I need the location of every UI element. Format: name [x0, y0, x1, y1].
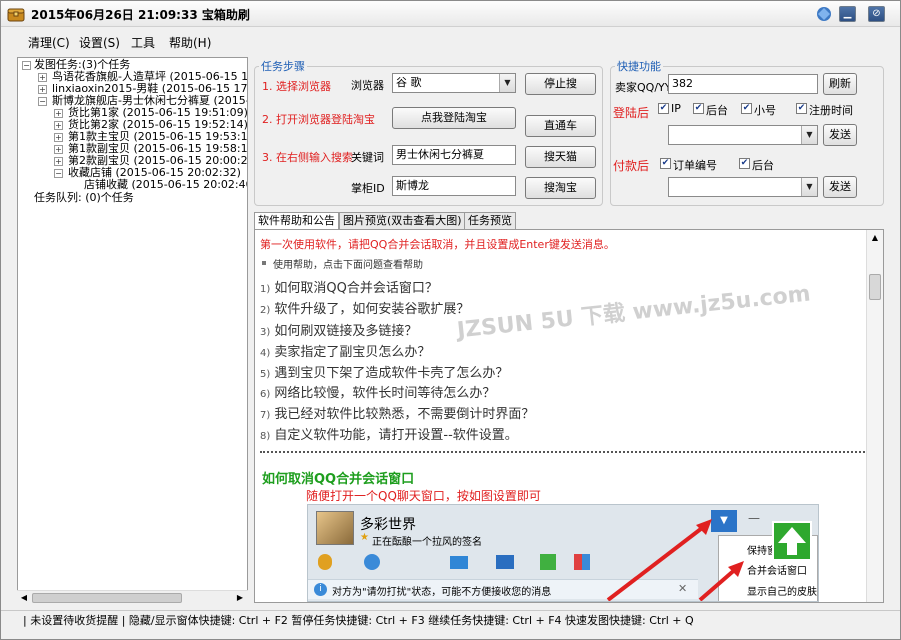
scroll-left-icon[interactable]: ◀ [18, 592, 30, 604]
order-number-checkbox[interactable]: ✔ [660, 158, 671, 169]
task-steps-legend: 任务步骤 [261, 60, 305, 73]
tree-horizontal-scrollbar[interactable]: ◀ ▶ [17, 590, 248, 604]
dotted-divider [260, 451, 865, 453]
help-question-6[interactable]: 6) 网络比较慢，软件长时间等待怎么办？ [260, 382, 495, 401]
tab-help[interactable]: 软件帮助和公告 [254, 212, 339, 230]
pay-message-select[interactable]: ▼ [668, 177, 818, 197]
send-button-2[interactable]: 发送 [823, 176, 857, 198]
help-question-5[interactable]: 5) 遇到宝贝下架了造成软件卡壳了怎么办？ [260, 362, 508, 381]
search-tmall-button[interactable]: 搜天猫 [525, 146, 596, 168]
regtime-label: 注册时间 [809, 104, 853, 117]
tab-image-preview[interactable]: 图片预览(双击查看大图) [339, 212, 466, 230]
bullet-icon [262, 261, 266, 265]
send-button-1[interactable]: 发送 [823, 124, 857, 146]
keyword-label: 关键词 [351, 151, 384, 164]
help-question-2[interactable]: 2) 软件升级了，如何安装谷歌扩展？ [260, 298, 469, 317]
backend-label: 后台 [706, 104, 728, 117]
scroll-thumb[interactable] [32, 593, 182, 603]
red-pointer-arrows [606, 519, 744, 601]
regtime-checkbox[interactable]: ✔ [796, 103, 807, 114]
window-title: 2015年06月26日 21:09:33 宝箱助刷 [31, 8, 250, 22]
scroll-right-icon[interactable]: ▶ [234, 592, 246, 604]
section-title: 如何取消QQ合并会话窗口 [262, 472, 415, 487]
order-number-label: 订单编号 [673, 159, 717, 172]
task-queue[interactable]: 任务队列: (0)个任务 [34, 192, 134, 204]
help-question-3[interactable]: 3) 如何刷双链接及多链接？ [260, 320, 417, 339]
help-vertical-scrollbar[interactable]: ▲ [866, 230, 883, 602]
stop-search-button[interactable]: 停止搜 [525, 73, 596, 95]
shop-id-label: 掌柜ID [351, 182, 385, 195]
chevron-down-icon[interactable]: ▼ [801, 178, 817, 196]
browser-label: 浏览器 [351, 79, 384, 92]
expand-icon[interactable]: + [38, 73, 47, 82]
step2-label: 2. 打开浏览器登陆淘宝 [262, 113, 375, 126]
minimize-button[interactable]: ▁ [839, 6, 856, 22]
tab-task-preview[interactable]: 任务预览 [464, 212, 516, 230]
direct-train-button[interactable]: 直通车 [525, 115, 596, 137]
refresh-button[interactable]: 刷新 [823, 73, 857, 95]
expand-icon[interactable]: + [38, 85, 47, 94]
menu-clean[interactable]: 清理(C) [28, 34, 70, 51]
help-hint: 使用帮助，点击下面问题查看帮助 [273, 260, 423, 271]
chevron-down-icon[interactable]: ▼ [499, 74, 515, 92]
qq-window-image: 多彩世界 ★ 正在酝酿一个拉风的签名 ▼ — i 对方为"请勿打扰"状态，可能不… [307, 504, 819, 602]
close-button[interactable]: ⊘ [868, 6, 885, 22]
collapse-icon[interactable]: − [22, 61, 31, 70]
collapse-icon[interactable]: − [54, 169, 63, 178]
menu-settings[interactable]: 设置(S) [79, 34, 120, 51]
browser-value: 谷 歌 [396, 76, 422, 89]
after-login-label: 登陆后 [613, 106, 650, 120]
login-message-select[interactable]: ▼ [668, 125, 818, 145]
shop-id-input[interactable]: 斯博龙 [392, 176, 516, 196]
step1-label: 1. 选择浏览器 [262, 80, 331, 93]
backend-checkbox[interactable]: ✔ [693, 103, 704, 114]
status-bar: | 未设置待收货提醒 | 隐藏/显示窗体快捷键: Ctrl + F2 暂停任务快… [1, 610, 900, 630]
expand-icon[interactable]: + [54, 121, 63, 130]
after-pay-label: 付款后 [613, 159, 650, 173]
expand-icon[interactable]: + [54, 109, 63, 118]
expand-icon[interactable]: + [54, 157, 63, 166]
main-window: 2015年06月26日 21:09:33 宝箱助刷 ▁ ⊘ 清理(C) 设置(S… [0, 0, 901, 640]
collapse-icon[interactable]: − [38, 97, 47, 106]
scroll-up-icon[interactable]: ▲ [869, 232, 881, 244]
help-question-4[interactable]: 4) 卖家指定了副宝贝怎么办？ [260, 341, 430, 360]
help-question-1[interactable]: 1) 如何取消QQ合并会话窗口？ [260, 277, 438, 296]
chevron-down-icon[interactable]: ▼ [801, 126, 817, 144]
search-taobao-button[interactable]: 搜淘宝 [525, 177, 596, 199]
seller-qq-label: 卖家QQ/YY [615, 81, 672, 94]
backend2-label: 后台 [752, 159, 774, 172]
keyword-input[interactable]: 男士休闲七分裤夏 [392, 145, 516, 165]
seller-qq-input[interactable]: 382 [668, 74, 818, 94]
notice-text: 第一次使用软件，请把QQ合并会话取消，并且设置成Enter键发送消息。 [260, 238, 615, 251]
tree-child[interactable]: 店铺收藏 (2015-06-15 20:02:40) [84, 179, 247, 191]
menu-help[interactable]: 帮助(H) [169, 34, 211, 51]
help-question-8[interactable]: 8) 自定义软件功能，请打开设置--软件设置。 [260, 424, 518, 443]
login-taobao-button[interactable]: 点我登陆淘宝 [392, 107, 516, 129]
shortcut-legend: 快捷功能 [617, 60, 661, 73]
scroll-thumb[interactable] [869, 274, 881, 300]
alt-account-label: 小号 [754, 104, 776, 117]
section-desc: 随便打开一个QQ聊天窗口，按如图设置即可 [306, 489, 541, 503]
status-text: | 未设置待收货提醒 | 隐藏/显示窗体快捷键: Ctrl + F2 暂停任务快… [23, 614, 694, 627]
expand-icon[interactable]: + [54, 145, 63, 154]
decor-icon [813, 5, 835, 23]
help-question-7[interactable]: 7) 我已经对软件比较熟悉，不需要倒计时界面？ [260, 403, 534, 422]
ip-checkbox[interactable]: ✔ [658, 103, 669, 114]
app-icon [7, 6, 25, 22]
ip-label: IP [671, 102, 681, 115]
browser-select[interactable]: 谷 歌 ▼ [392, 73, 516, 93]
task-tree[interactable]: − 发图任务:(3)个任务 + 鸟语花香旗舰-人造草坪 (2015-06-15 … [17, 57, 248, 603]
alt-account-checkbox[interactable]: ✔ [741, 103, 752, 114]
menu-tools[interactable]: 工具 [131, 34, 155, 51]
title-bar: 2015年06月26日 21:09:33 宝箱助刷 ▁ ⊘ [1, 1, 900, 27]
backend2-checkbox[interactable]: ✔ [739, 158, 750, 169]
expand-icon[interactable]: + [54, 133, 63, 142]
step3-label: 3. 在右侧输入搜索 [262, 151, 353, 164]
